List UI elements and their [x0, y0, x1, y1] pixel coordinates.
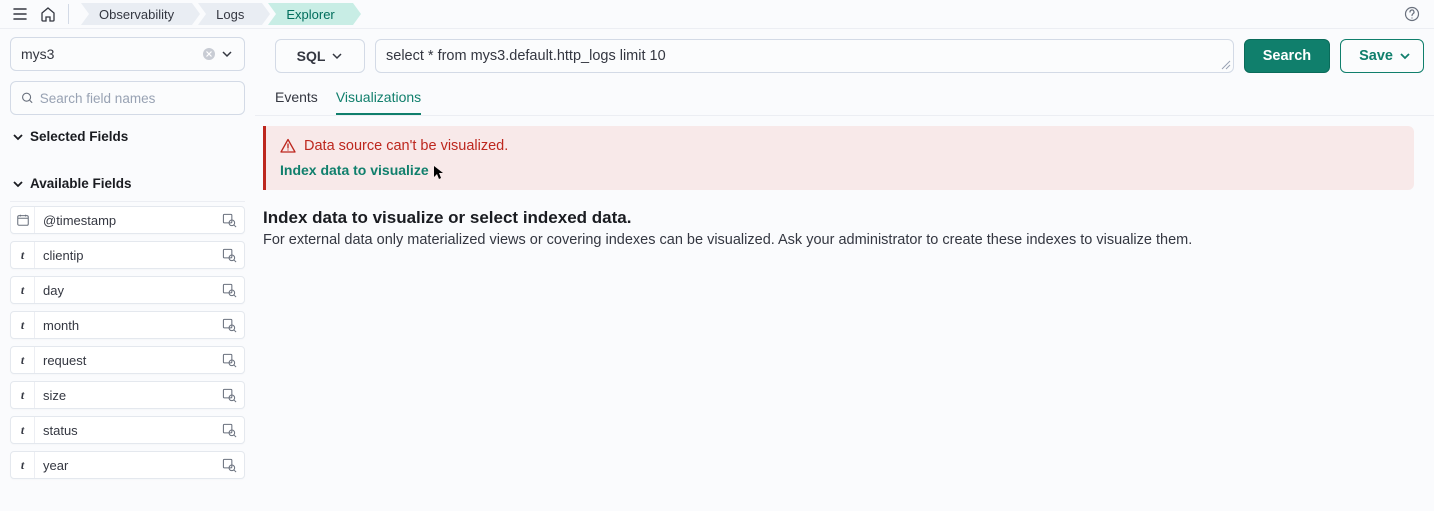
- clear-datasource-button[interactable]: [200, 45, 218, 63]
- text-type-icon: t: [11, 417, 35, 443]
- result-tabs: Events Visualizations: [255, 83, 1434, 116]
- field-name-label: size: [35, 388, 218, 403]
- inspect-icon: [222, 248, 237, 263]
- callout-title: Data source can't be visualized.: [304, 138, 508, 154]
- empty-state-body: For external data only materialized view…: [263, 232, 1414, 248]
- inspect-icon: [222, 318, 237, 333]
- breadcrumb-observability[interactable]: Observability: [81, 3, 192, 25]
- field-inspect-button[interactable]: [218, 454, 240, 476]
- text-type-icon: t: [11, 347, 35, 373]
- field-inspect-button[interactable]: [218, 349, 240, 371]
- query-input-wrap: [375, 39, 1234, 73]
- search-button-label: Search: [1263, 48, 1311, 64]
- divider: [10, 201, 245, 202]
- home-button[interactable]: [36, 2, 60, 26]
- inspect-icon: [222, 283, 237, 298]
- menu-icon: [12, 6, 28, 22]
- text-type-icon: t: [11, 452, 35, 478]
- search-button[interactable]: Search: [1244, 39, 1330, 73]
- field-inspect-button[interactable]: [218, 419, 240, 441]
- search-icon: [21, 91, 34, 105]
- field-name-label: month: [35, 318, 218, 333]
- topbar-left: Observability Logs Explorer: [0, 2, 353, 26]
- field-name-label: year: [35, 458, 218, 473]
- field-inspect-button[interactable]: [218, 244, 240, 266]
- inspect-icon: [222, 423, 237, 438]
- chevron-down-icon: [1399, 50, 1411, 62]
- field-name-label: status: [35, 423, 218, 438]
- text-type-icon: t: [11, 277, 35, 303]
- query-input[interactable]: [375, 39, 1234, 73]
- field-name-label: clientip: [35, 248, 218, 263]
- available-fields-header[interactable]: Available Fields: [10, 176, 245, 191]
- save-button[interactable]: Save: [1340, 39, 1424, 73]
- field-inspect-button[interactable]: [218, 384, 240, 406]
- help-button[interactable]: [1400, 2, 1424, 26]
- query-bar: SQL Search Save: [255, 29, 1434, 83]
- warning-icon: [280, 138, 296, 154]
- field-search-input[interactable]: [40, 91, 234, 106]
- chevron-down-icon: [331, 50, 343, 62]
- text-type-icon: t: [11, 242, 35, 268]
- field-item[interactable]: tmonth: [10, 311, 245, 339]
- field-item[interactable]: tday: [10, 276, 245, 304]
- breadcrumb: Observability Logs Explorer: [81, 3, 353, 25]
- tab-visualizations[interactable]: Visualizations: [336, 83, 421, 115]
- inspect-icon: [222, 213, 237, 228]
- available-fields-label: Available Fields: [30, 176, 132, 191]
- text-type-icon: t: [11, 382, 35, 408]
- chevron-down-icon: [221, 48, 233, 60]
- help-icon: [1404, 6, 1420, 22]
- field-inspect-button[interactable]: [218, 209, 240, 231]
- tab-events[interactable]: Events: [275, 83, 318, 115]
- topbar-right: [1400, 2, 1434, 26]
- field-item[interactable]: tstatus: [10, 416, 245, 444]
- empty-state-title: Index data to visualize or select indexe…: [263, 208, 1414, 228]
- field-inspect-button[interactable]: [218, 279, 240, 301]
- main-layout: mys3 Selected Fields Available Fields @t…: [0, 28, 1434, 511]
- field-name-label: @timestamp: [35, 213, 218, 228]
- field-inspect-button[interactable]: [218, 314, 240, 336]
- language-select[interactable]: SQL: [275, 39, 365, 73]
- field-name-label: day: [35, 283, 218, 298]
- breadcrumb-explorer[interactable]: Explorer: [268, 3, 352, 25]
- field-item[interactable]: tsize: [10, 381, 245, 409]
- text-type-icon: t: [11, 312, 35, 338]
- chevron-down-icon: [12, 131, 24, 143]
- selected-fields-header[interactable]: Selected Fields: [10, 129, 245, 144]
- selected-fields-label: Selected Fields: [30, 129, 128, 144]
- chevron-down-icon: [12, 178, 24, 190]
- home-icon: [40, 6, 56, 22]
- field-list: @timestamptclientiptdaytmonthtrequesttsi…: [10, 206, 245, 486]
- index-data-link[interactable]: Index data to visualize: [280, 162, 1400, 178]
- divider: [68, 4, 69, 24]
- field-item[interactable]: trequest: [10, 346, 245, 374]
- calendar-icon: [11, 207, 35, 233]
- content-area: SQL Search Save Events Visualizations Da…: [255, 29, 1434, 511]
- field-item[interactable]: tyear: [10, 451, 245, 479]
- hamburger-menu-button[interactable]: [8, 2, 32, 26]
- error-callout: Data source can't be visualized. Index d…: [263, 126, 1414, 190]
- inspect-icon: [222, 353, 237, 368]
- datasource-name: mys3: [21, 46, 200, 62]
- empty-state: Index data to visualize or select indexe…: [255, 204, 1434, 248]
- inspect-icon: [222, 458, 237, 473]
- callout-header: Data source can't be visualized.: [280, 138, 1400, 154]
- field-name-label: request: [35, 353, 218, 368]
- field-search[interactable]: [10, 81, 245, 115]
- datasource-chevron[interactable]: [218, 45, 236, 63]
- sidebar: mys3 Selected Fields Available Fields @t…: [0, 29, 255, 511]
- top-bar: Observability Logs Explorer: [0, 0, 1434, 28]
- inspect-icon: [222, 388, 237, 403]
- breadcrumb-logs[interactable]: Logs: [198, 3, 262, 25]
- field-item[interactable]: tclientip: [10, 241, 245, 269]
- clear-circle-icon: [202, 47, 216, 61]
- datasource-select[interactable]: mys3: [10, 37, 245, 71]
- language-label: SQL: [297, 48, 326, 64]
- save-button-label: Save: [1359, 48, 1393, 64]
- field-item[interactable]: @timestamp: [10, 206, 245, 234]
